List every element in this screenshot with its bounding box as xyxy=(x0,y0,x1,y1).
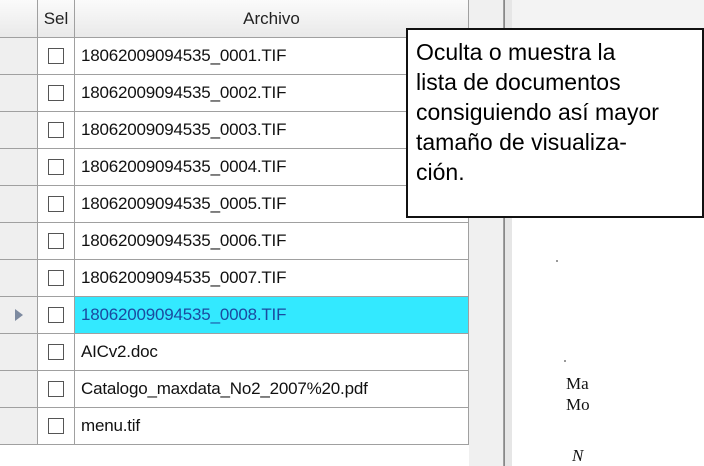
select-checkbox[interactable] xyxy=(48,381,64,397)
select-checkbox[interactable] xyxy=(48,196,64,212)
select-checkbox[interactable] xyxy=(48,48,64,64)
table-row[interactable]: 18062009094535_0001.TIF xyxy=(0,38,469,75)
file-name-cell[interactable]: 18062009094535_0008.TIF xyxy=(75,297,469,334)
file-name-cell[interactable]: Catalogo_maxdata_No2_2007%20.pdf xyxy=(75,371,469,408)
select-cell xyxy=(38,149,75,186)
file-name-cell[interactable]: 18062009094535_0007.TIF xyxy=(75,260,469,297)
row-indicator[interactable] xyxy=(0,223,38,260)
select-cell xyxy=(38,75,75,112)
select-cell xyxy=(38,371,75,408)
table-row[interactable]: menu.tif xyxy=(0,408,469,445)
sel-column-header[interactable]: Sel xyxy=(38,0,75,38)
row-indicator[interactable] xyxy=(0,186,38,223)
select-checkbox[interactable] xyxy=(48,122,64,138)
row-indicator[interactable] xyxy=(0,75,38,112)
preview-text-line: Ma xyxy=(566,374,589,393)
file-name-cell[interactable]: AICv2.doc xyxy=(75,334,469,371)
row-indicator[interactable] xyxy=(0,112,38,149)
table-row[interactable]: 18062009094535_0005.TIF xyxy=(0,186,469,223)
table-row[interactable]: 18062009094535_0008.TIF xyxy=(0,297,469,334)
table-row[interactable]: AICv2.doc xyxy=(0,334,469,371)
callout-line: Oculta o muestra la xyxy=(416,39,616,65)
row-indicator[interactable] xyxy=(0,297,38,334)
select-checkbox[interactable] xyxy=(48,159,64,175)
callout-line: lista de documentos xyxy=(416,69,621,95)
row-indicator[interactable] xyxy=(0,260,38,297)
select-cell xyxy=(38,112,75,149)
callout-line: ción. xyxy=(416,159,465,185)
scan-speck xyxy=(564,360,566,362)
preview-toolbar xyxy=(512,0,704,31)
select-checkbox[interactable] xyxy=(48,418,64,434)
select-checkbox[interactable] xyxy=(48,233,64,249)
help-callout: Oculta o muestra la lista de documentos … xyxy=(406,28,704,218)
file-name-cell[interactable]: menu.tif xyxy=(75,408,469,445)
table-row[interactable]: 18062009094535_0002.TIF xyxy=(0,75,469,112)
file-name-cell[interactable]: 18062009094535_0006.TIF xyxy=(75,223,469,260)
select-cell xyxy=(38,408,75,445)
preview-text-line: N xyxy=(572,446,584,465)
row-indicator-header xyxy=(0,0,38,38)
file-rows: 18062009094535_0001.TIF 18062009094535_00… xyxy=(0,38,469,445)
select-cell xyxy=(38,297,75,334)
table-row[interactable]: Catalogo_maxdata_No2_2007%20.pdf xyxy=(0,371,469,408)
callout-line: consiguiendo así mayor xyxy=(416,99,659,125)
select-checkbox[interactable] xyxy=(48,85,64,101)
table-row[interactable]: 18062009094535_0004.TIF xyxy=(0,149,469,186)
table-row[interactable]: 18062009094535_0007.TIF xyxy=(0,260,469,297)
table-row[interactable]: 18062009094535_0006.TIF xyxy=(0,223,469,260)
select-cell xyxy=(38,260,75,297)
select-checkbox[interactable] xyxy=(48,307,64,323)
select-cell xyxy=(38,334,75,371)
preview-text-line: Mo xyxy=(566,395,590,414)
table-row[interactable]: 18062009094535_0003.TIF xyxy=(0,112,469,149)
select-checkbox[interactable] xyxy=(48,344,64,360)
select-cell xyxy=(38,186,75,223)
row-indicator[interactable] xyxy=(0,408,38,445)
row-indicator[interactable] xyxy=(0,149,38,186)
callout-line: tamaño de visualiza- xyxy=(416,129,627,155)
select-checkbox[interactable] xyxy=(48,270,64,286)
current-row-arrow-icon xyxy=(14,309,23,321)
scan-speck xyxy=(556,260,558,262)
row-indicator[interactable] xyxy=(0,334,38,371)
row-indicator[interactable] xyxy=(0,371,38,408)
row-indicator[interactable] xyxy=(0,38,38,75)
select-cell xyxy=(38,38,75,75)
select-cell xyxy=(38,223,75,260)
